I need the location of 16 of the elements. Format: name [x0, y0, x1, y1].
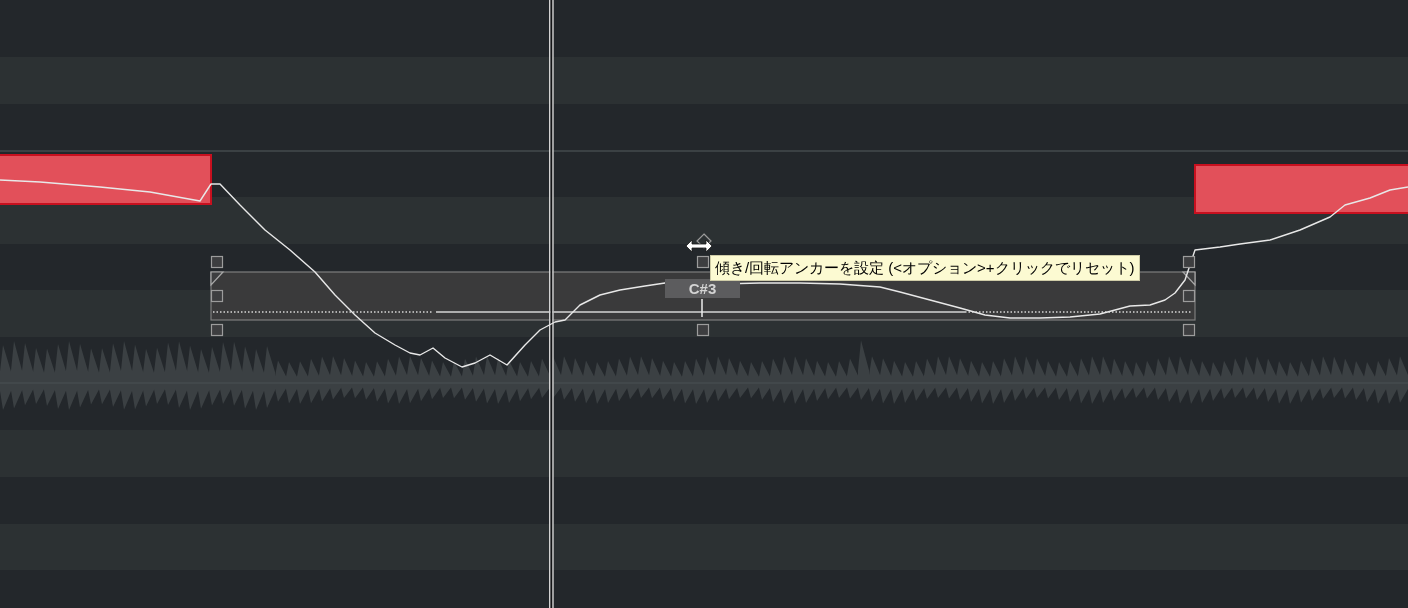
handle[interactable]: [696, 323, 710, 337]
anchor-line: [701, 298, 703, 318]
handle[interactable]: [1182, 289, 1196, 303]
handle[interactable]: [210, 323, 224, 337]
handle[interactable]: [1182, 255, 1196, 269]
tilt-handle[interactable]: [1181, 271, 1196, 287]
handle[interactable]: [210, 289, 224, 303]
handle[interactable]: [1182, 323, 1196, 337]
tilt-handle[interactable]: [210, 271, 225, 287]
double-arrow-cursor-icon: [685, 233, 713, 253]
handle[interactable]: [696, 255, 710, 269]
cursor-line[interactable]: [549, 0, 554, 608]
pitch-label: C#3: [665, 279, 740, 298]
note-segment[interactable]: [0, 154, 212, 205]
handle[interactable]: [210, 255, 224, 269]
tooltip: 傾き/回転アンカーを設定 (<オプション>+クリックでリセット): [710, 255, 1140, 281]
